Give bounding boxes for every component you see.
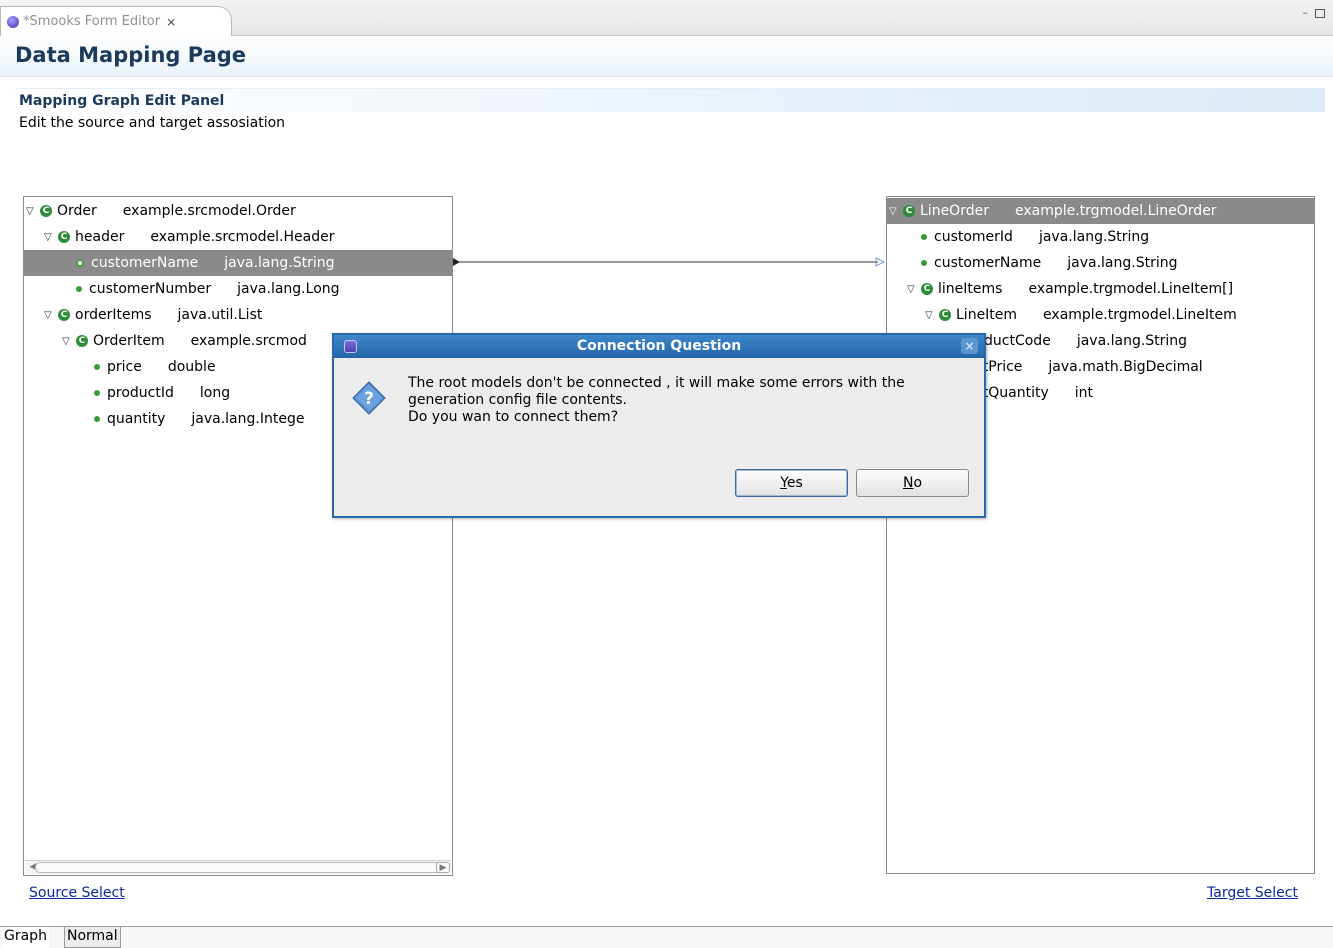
target-select-link[interactable]: Target Select	[1207, 885, 1298, 901]
dialog-titlebar[interactable]: Connection Question ×	[334, 335, 984, 358]
source-tree-panel[interactable]: ▽ C Order example.srcmodel.Order ▽ Cheader exa…	[23, 196, 453, 876]
connection-target-arrow	[875, 257, 886, 267]
node-name: OrderItem	[93, 333, 165, 349]
svg-text:?: ?	[364, 389, 374, 409]
node-type: java.lang.String	[1038, 229, 1150, 245]
node-type: example.srcmodel.Order	[122, 203, 296, 219]
node-name: lineItems	[938, 281, 1003, 297]
node-name: customerName	[91, 255, 199, 271]
class-icon: C	[903, 205, 915, 217]
node-name: quantity	[107, 411, 166, 427]
dialog-message-line: generation config file contents.	[408, 392, 627, 408]
node-name: Order	[57, 203, 97, 219]
node-name: LineItem	[956, 307, 1018, 323]
tree-node-field[interactable]: customerId java.lang.String	[887, 224, 1314, 250]
horizontal-scrollbar[interactable]: ◀ ▶	[25, 860, 451, 874]
node-type: example.trgmodel.LineItem[]	[1028, 281, 1234, 297]
node-name: customerNumber	[89, 281, 212, 297]
tree-node-class[interactable]: ▽ CorderItems java.util.List	[24, 302, 452, 328]
close-tab-icon[interactable]: ⨯	[166, 15, 176, 29]
class-icon: C	[58, 309, 70, 321]
editor-tab-strip: *Smooks Form Editor ⨯ –	[0, 0, 1333, 36]
dialog-close-icon[interactable]: ×	[961, 338, 978, 354]
field-icon	[94, 390, 100, 396]
node-name: price	[107, 359, 142, 375]
node-type: example.srcmodel.Header	[150, 229, 335, 245]
connection-question-dialog: Connection Question × ? The root models …	[332, 333, 986, 518]
tree-node-class[interactable]: ▽ Cheader example.srcmodel.Header	[24, 224, 452, 250]
scrollbar-thumb[interactable]	[35, 862, 445, 873]
field-icon	[921, 260, 927, 266]
node-type: java.lang.String	[224, 255, 335, 271]
source-select-link[interactable]: Source Select	[29, 885, 125, 901]
dialog-title: Connection Question	[576, 338, 742, 354]
yes-button[interactable]: Yes	[735, 469, 848, 497]
node-type: example.trgmodel.LineOrder	[1014, 203, 1217, 219]
node-type: java.lang.Intege	[191, 411, 305, 427]
class-icon: C	[921, 283, 933, 295]
class-icon: C	[58, 231, 70, 243]
dialog-message-line: Do you wan to connect them?	[408, 409, 619, 425]
class-icon: C	[76, 335, 88, 347]
node-type: java.lang.String	[1076, 333, 1188, 349]
node-type: java.util.List	[177, 307, 263, 323]
expand-toggle-icon[interactable]: ▽	[907, 284, 917, 295]
tree-node-field[interactable]: customerNumber java.lang.Long	[24, 276, 452, 302]
node-name: productId	[107, 385, 174, 401]
node-name: customerName	[934, 255, 1042, 271]
field-icon	[94, 364, 100, 370]
expand-toggle-icon[interactable]: ▽	[44, 310, 54, 321]
scroll-right-icon[interactable]: ▶	[436, 862, 450, 873]
section-title-bar: Mapping Graph Edit Panel	[15, 88, 1325, 112]
tree-node-field[interactable]: customerName java.lang.String	[24, 250, 452, 276]
dialog-message: The root models don't be connected , it …	[408, 375, 968, 426]
expand-toggle-icon[interactable]: ▽	[62, 336, 72, 347]
expand-toggle-icon[interactable]: ▽	[44, 232, 54, 243]
class-icon: C	[939, 309, 951, 321]
node-name: header	[75, 229, 125, 245]
tree-node-class[interactable]: ▽ ClineItems example.trgmodel.LineItem[]	[887, 276, 1314, 302]
form-header: Data Mapping Page	[0, 37, 1333, 77]
expand-toggle-icon[interactable]: ▽	[26, 206, 36, 217]
expand-toggle-icon[interactable]: ▽	[925, 310, 935, 321]
node-name: orderItems	[75, 307, 152, 323]
dialog-message-line: The root models don't be connected , it …	[408, 375, 905, 391]
node-type: java.lang.String	[1067, 255, 1178, 271]
class-icon: C	[40, 205, 52, 217]
expand-toggle-icon[interactable]: ▽	[889, 206, 899, 217]
tab-normal[interactable]: Normal	[64, 927, 121, 948]
node-type: java.lang.Long	[237, 281, 340, 297]
page-title: Data Mapping Page	[15, 43, 247, 67]
editor-tab-title: *Smooks Form Editor	[23, 14, 161, 29]
field-icon	[921, 234, 927, 240]
no-button[interactable]: No	[856, 469, 969, 497]
node-type: double	[167, 359, 216, 375]
node-type: java.math.BigDecimal	[1048, 359, 1203, 375]
minimize-icon[interactable]: –	[1299, 7, 1311, 20]
section-description: Edit the source and target assosiation	[19, 115, 286, 131]
editor-tab[interactable]: *Smooks Form Editor ⨯	[0, 6, 232, 36]
field-icon	[94, 416, 100, 422]
field-icon	[76, 259, 84, 267]
tree-node-class[interactable]: ▽ C Order example.srcmodel.Order	[24, 198, 452, 224]
node-type: example.trgmodel.LineItem	[1043, 307, 1237, 323]
node-name: LineOrder	[920, 203, 989, 219]
field-icon	[76, 286, 82, 292]
question-icon: ?	[352, 381, 386, 415]
tree-node-class[interactable]: ▽ C LineOrder example.trgmodel.LineOrder	[887, 198, 1314, 224]
tab-graph[interactable]: Graph	[2, 927, 49, 948]
node-type: example.srcmod	[190, 333, 307, 349]
maximize-icon[interactable]	[1315, 9, 1325, 18]
smooks-editor-icon	[7, 15, 19, 28]
tree-node-class[interactable]: ▽ C LineItem example.trgmodel.LineItem	[887, 302, 1314, 328]
connection-source-anchor	[453, 258, 460, 266]
section-title: Mapping Graph Edit Panel	[19, 93, 225, 109]
page-tabs: Graph Normal	[0, 926, 1333, 948]
target-tree-panel[interactable]: ▽ C LineOrder example.trgmodel.LineOrder cus…	[886, 196, 1315, 874]
node-type: long	[199, 385, 231, 401]
node-type: int	[1074, 385, 1094, 401]
window-controls: –	[1299, 7, 1325, 20]
tree-node-field[interactable]: customerName java.lang.String	[887, 250, 1314, 276]
node-name: customerId	[934, 229, 1013, 245]
